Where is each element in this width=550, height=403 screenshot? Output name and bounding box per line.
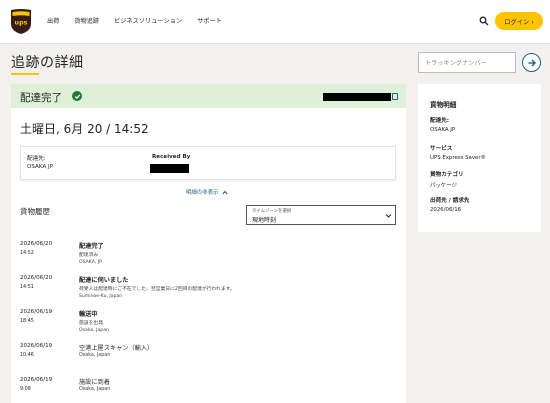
event-location: Osaka, Japan [79,353,111,358]
event-title: 配達完了 [79,243,104,250]
event-description: 施設を出発 [79,321,103,326]
status-banner: 配達完了 [11,84,406,108]
redacted-tracking-number [323,93,391,101]
arrow-right-icon [528,59,536,66]
event-title: 施設に到着 [79,379,110,386]
event-title: 配達に伺いました [79,277,129,284]
detail-label: 出荷先 / 請求先 [430,198,470,204]
detail-value: 2026/06/16 [430,207,462,213]
event-time: 14:52 [20,251,34,256]
event-date: 2026/06/19 [20,377,53,383]
ship-to-value: OSAKA JP [27,164,54,170]
detail-value: OSAKA JP [430,127,456,133]
status-label: 配達完了 [20,92,62,104]
timezone-select[interactable]: タイムゾーンを選択 現地時刻 [246,205,396,225]
detail-value: UPS Express Saver® [430,155,486,161]
nav-link-support[interactable]: サポート [197,16,222,25]
event-location: Suminoe-Ku, Japan [79,294,123,299]
event-description: 荷受人は配達時にご不在でした。翌営業日に2回目の配達が行われます。 [79,287,235,292]
shipment-details-title: 貨物明細 [430,101,457,109]
nav-links: 出荷 貨物追跡 ビジネスソリューション サポート [47,16,222,25]
hide-details-label: 明細の非表示 [186,190,219,196]
event-time: 14:51 [20,285,34,290]
redacted-received-by [150,164,189,173]
event-date: 2026/06/19 [20,343,53,349]
event-time: 18:45 [20,319,34,324]
event-location: OSAKA, JP [79,260,102,265]
hide-details-toggle[interactable]: 明細の非表示 [186,188,228,196]
ship-to-label: 配達先: [27,156,46,162]
track-submit-button[interactable] [522,53,541,72]
nav-link-business-solutions[interactable]: ビジネスソリューション [114,16,182,25]
history-title: 貨物履歴 [20,207,50,216]
event-time: 9:08 [20,387,31,392]
search-icon[interactable] [479,16,489,26]
tracking-details-card: 配達完了 土曜日, 6月 20 / 14:52 配達先: OSAKA JP Re… [11,84,406,403]
event-location: Osaka, Japan [79,328,109,333]
delivered-datetime: 土曜日, 6月 20 / 14:52 [20,122,149,136]
event-location: Osaka, Japan [79,387,111,392]
nav-link-tracking[interactable]: 貨物追跡 [74,16,99,25]
event-time: 10:46 [20,353,34,358]
chevron-up-icon [222,190,228,194]
page-title: 追跡の詳細 [11,55,84,71]
copy-icon[interactable] [392,93,398,100]
tracking-number-input[interactable]: トラッキングナンバー [418,52,516,73]
detail-label: 貨物カテゴリ [430,172,464,178]
chevron-down-icon [385,214,392,218]
event-date: 2026/06/19 [20,309,53,315]
received-by-label: Received By [152,154,191,160]
event-description: 配達済み [79,253,99,258]
event-date: 2026/06/20 [20,241,53,247]
detail-label: サービス [430,146,453,152]
title-underline [11,73,39,75]
svg-text:ups: ups [15,19,28,27]
event-title: 空港上屋スキャン（輸入） [79,345,154,352]
detail-value: パッケージ [430,183,457,189]
delivery-info-box: 配達先: OSAKA JP Received By [20,146,396,180]
nav-link-ship[interactable]: 出荷 [47,16,59,25]
check-circle-icon [72,91,82,101]
detail-label: 配達先: [430,118,450,124]
event-title: 輸送中 [79,311,98,318]
event-date: 2026/06/20 [20,275,53,281]
shipment-details-card: 貨物明細 配達先: OSAKA JP サービス UPS Express Save… [418,84,541,232]
ups-logo-icon[interactable]: ups [10,9,32,35]
timezone-label: タイムゾーンを選択 [252,209,292,214]
login-button[interactable]: ログイン › [495,12,543,30]
top-nav: ups 出荷 貨物追跡 ビジネスソリューション サポート ログイン › [0,0,550,44]
timezone-value: 現地時刻 [252,217,277,224]
